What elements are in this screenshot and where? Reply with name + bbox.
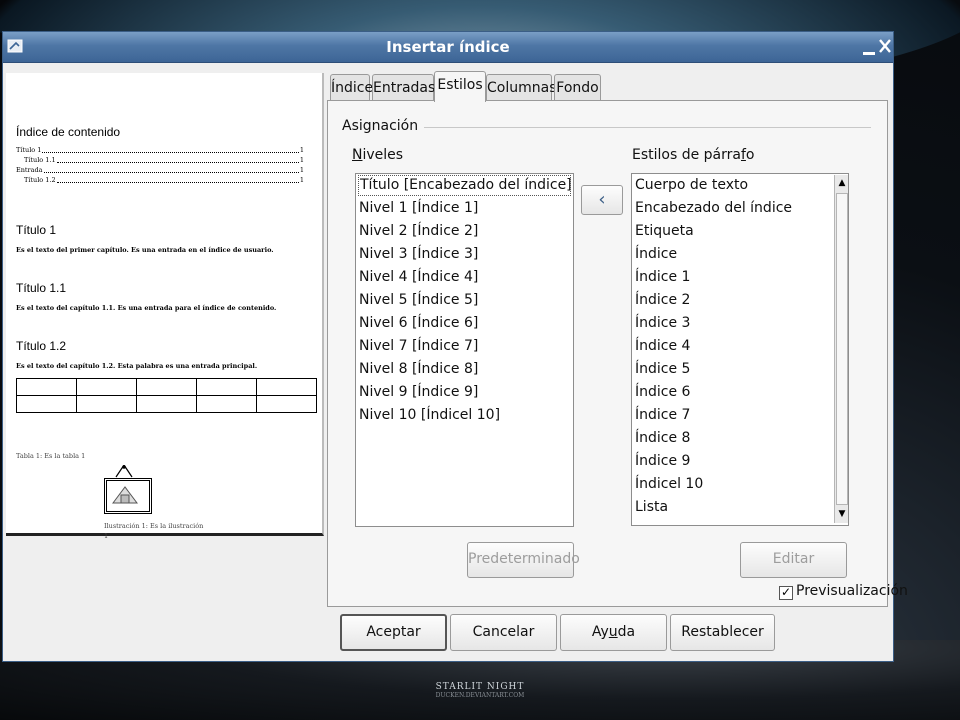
list-item[interactable]: Nivel 5 [Índice 5] xyxy=(356,289,573,312)
preview-heading-1-2: Título 1.2 xyxy=(16,339,67,353)
list-item[interactable]: Nivel 6 [Índice 6] xyxy=(356,312,573,335)
cancelar-button[interactable]: Cancelar xyxy=(450,614,557,651)
minimize-button[interactable] xyxy=(861,38,877,56)
scrollbar-thumb[interactable] xyxy=(836,193,848,505)
estilos-parrafo-label: Estilos de párrafo xyxy=(632,147,755,163)
predeterminado-button[interactable]: Predeterminado xyxy=(467,542,580,578)
restablecer-button[interactable]: Restablecer xyxy=(670,614,775,651)
preview-toc-row: Entrada 1 xyxy=(16,166,304,174)
preview-figure-caption: Ilustración 1: Es la ilustración xyxy=(104,522,204,530)
tab-columnas[interactable]: Columnas xyxy=(486,74,557,101)
list-item[interactable]: Etiqueta xyxy=(632,220,848,243)
list-item[interactable]: Nivel 2 [Índice 2] xyxy=(356,220,573,243)
asignacion-divider xyxy=(408,127,871,128)
title-bar[interactable]: Insertar índice xyxy=(3,32,893,63)
list-item[interactable]: Nivel 3 [Índice 3] xyxy=(356,243,573,266)
list-item[interactable]: Índicel 10 xyxy=(632,473,848,496)
scroll-up-icon[interactable]: ▲ xyxy=(835,175,848,191)
list-item[interactable]: Índice 7 xyxy=(632,404,848,427)
close-icon xyxy=(879,39,891,53)
list-item[interactable]: Título [Encabezado del índice] xyxy=(357,174,572,197)
house-sketch-icon xyxy=(112,486,138,504)
list-item[interactable]: Nivel 7 [Índice 7] xyxy=(356,335,573,358)
list-item[interactable]: Índice 4 xyxy=(632,335,848,358)
list-item[interactable]: Índice 1 xyxy=(632,266,848,289)
asignacion-label: Asignación xyxy=(342,118,425,134)
preview-paragraph-3: Es el texto del capítulo 1.2. Esta palab… xyxy=(16,362,258,370)
preview-checkbox-label[interactable]: Previsualización xyxy=(796,583,908,599)
close-button[interactable] xyxy=(877,38,893,56)
tab-entradas[interactable]: Entradas xyxy=(372,74,435,101)
levels-list[interactable]: Título [Encabezado del índice] Nivel 1 [… xyxy=(355,173,574,527)
list-item[interactable]: Índice 9 xyxy=(632,450,848,473)
tab-indice[interactable]: Índice xyxy=(330,74,373,101)
preview-toc-row: Título 1.1 1 xyxy=(24,156,304,164)
list-item[interactable]: Nivel 8 [Índice 8] xyxy=(356,358,573,381)
list-item[interactable]: Nivel 1 [Índice 1] xyxy=(356,197,573,220)
paragraph-styles-list[interactable]: Cuerpo de texto Encabezado del índice Et… xyxy=(631,173,849,526)
wallpaper-watermark-url: DUCKEN.DEVIANTART.COM xyxy=(435,692,525,699)
wallpaper-watermark: STARLIT NIGHT xyxy=(435,682,525,692)
list-item[interactable]: Lista xyxy=(632,496,848,519)
picture-hanger-icon xyxy=(115,465,133,478)
preview-toc-row: Título 1.2 1 xyxy=(24,176,304,184)
assign-style-button[interactable]: ‹ xyxy=(581,185,623,215)
window-title: Insertar índice xyxy=(386,38,510,56)
preview-toc-title: Índice de contenido xyxy=(16,125,121,139)
styles-scrollbar[interactable]: ▲ ▼ xyxy=(834,175,848,523)
preview-checkbox[interactable]: ✓ xyxy=(779,586,793,600)
scroll-down-icon[interactable]: ▼ xyxy=(835,506,848,522)
editar-button[interactable]: Editar xyxy=(740,542,847,578)
list-item[interactable]: Encabezado del índice xyxy=(632,197,848,220)
estilos-panel: Asignación Niveles Estilos de párrafo Tí… xyxy=(327,100,888,607)
list-item[interactable]: Cuerpo de texto xyxy=(632,174,848,197)
list-item[interactable]: Nivel 10 [Índicel 10] xyxy=(356,404,573,427)
preview-table-caption: Tabla 1: Es la tabla 1 xyxy=(16,452,86,460)
preview-illustration xyxy=(104,478,152,514)
preview-paragraph-2: Es el texto del capítulo 1.1. Es una ent… xyxy=(16,304,277,312)
preview-toc-row: Título 11 xyxy=(16,146,304,154)
list-item[interactable]: Índice 3 xyxy=(632,312,848,335)
tab-fondo[interactable]: Fondo xyxy=(554,74,601,101)
list-item[interactable]: Nivel 9 [Índice 9] xyxy=(356,381,573,404)
preview-heading-1: Título 1 xyxy=(16,223,57,237)
list-item[interactable]: Índice 6 xyxy=(632,381,848,404)
ayuda-button[interactable]: Ayuda xyxy=(560,614,667,651)
tab-estilos[interactable]: Estilos xyxy=(434,71,486,102)
list-item[interactable]: Índice 8 xyxy=(632,427,848,450)
preview-heading-1-1: Título 1.1 xyxy=(16,281,67,295)
preview-paragraph-1: Es el texto del primer capítulo. Es una … xyxy=(16,246,274,254)
list-item[interactable]: Índice 5 xyxy=(632,358,848,381)
index-preview: Índice de contenido Título 11 Título 1.1… xyxy=(6,73,324,540)
list-item[interactable]: Índice xyxy=(632,243,848,266)
preview-table xyxy=(16,378,317,413)
list-item[interactable]: Índice 2 xyxy=(632,289,848,312)
aceptar-button[interactable]: Aceptar xyxy=(340,614,447,651)
niveles-label: Niveles xyxy=(352,147,404,163)
preview-figure-caption-2: 1 xyxy=(104,532,109,540)
list-item[interactable]: Nivel 4 [Índice 4] xyxy=(356,266,573,289)
